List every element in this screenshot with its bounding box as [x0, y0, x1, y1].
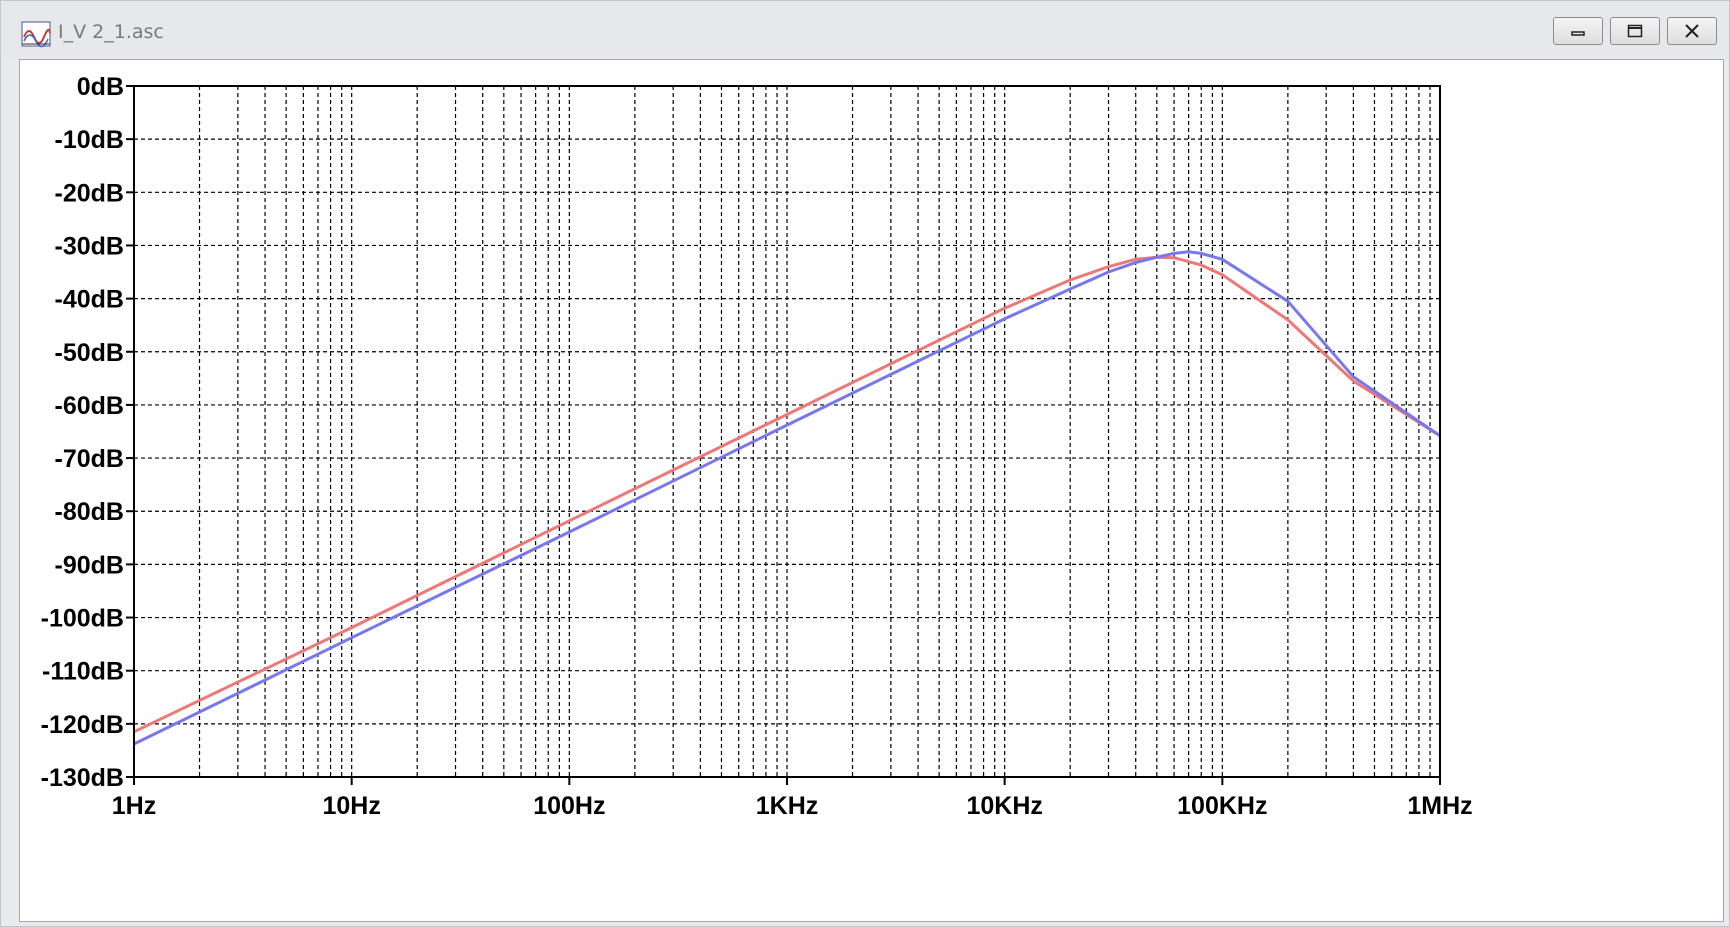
window-title: I_V 2_1.asc — [58, 21, 164, 43]
x-tick-label: 10Hz — [322, 792, 380, 820]
close-button[interactable] — [1667, 17, 1717, 45]
bode-plot[interactable]: 0dB -10dB -20dB -30dB -40dB -50dB -60dB -70dB -8… — [20, 60, 1723, 921]
x-tick-label: 100Hz — [533, 792, 605, 820]
close-icon — [1685, 24, 1699, 38]
y-tick-label: -80dB — [55, 498, 124, 526]
y-tick-label: -90dB — [55, 551, 124, 579]
x-axis-labels: 1Hz 10Hz 100Hz 1KHz 10KHz 100KHz 1MHz — [112, 792, 1473, 820]
grid — [134, 86, 1440, 777]
y-tick-label: -120dB — [41, 711, 124, 739]
ltspice-waveform-icon — [21, 21, 51, 48]
x-tick-label: 10KHz — [966, 792, 1042, 820]
y-tick-label: -30dB — [55, 232, 124, 260]
title-bar[interactable]: I_V 2_1.asc — [1, 1, 1729, 59]
y-tick-label: -70dB — [55, 445, 124, 473]
y-tick-label: -110dB — [42, 658, 124, 686]
minimize-icon — [1571, 31, 1585, 36]
y-tick-label: -60dB — [55, 392, 124, 420]
y-tick-label: -10dB — [55, 126, 124, 154]
y-tick-label: -20dB — [55, 179, 124, 207]
waveform-window: I_V 2_1.asc 0dB -10dB -20dB -30dB -40dB … — [0, 0, 1730, 927]
x-tick-label: 1Hz — [112, 792, 156, 820]
y-tick-label: 0dB — [77, 73, 124, 101]
x-tick-label: 1MHz — [1407, 792, 1472, 820]
y-tick-label: -130dB — [41, 764, 124, 792]
minimize-button[interactable] — [1553, 17, 1603, 45]
x-tick-label: 1KHz — [756, 792, 819, 820]
maximize-icon — [1627, 24, 1643, 38]
x-tick-label: 100KHz — [1177, 792, 1267, 820]
y-axis-labels: 0dB -10dB -20dB -30dB -40dB -50dB -60dB -70dB -8… — [41, 73, 124, 792]
axis-ticks — [126, 85, 1441, 785]
plot-pane[interactable]: 0dB -10dB -20dB -30dB -40dB -50dB -60dB -70dB -8… — [19, 59, 1724, 922]
maximize-button[interactable] — [1610, 17, 1660, 45]
window-controls — [1553, 17, 1717, 45]
y-tick-label: -50dB — [55, 339, 124, 367]
y-tick-label: -100dB — [41, 605, 124, 633]
y-tick-label: -40dB — [55, 286, 124, 314]
